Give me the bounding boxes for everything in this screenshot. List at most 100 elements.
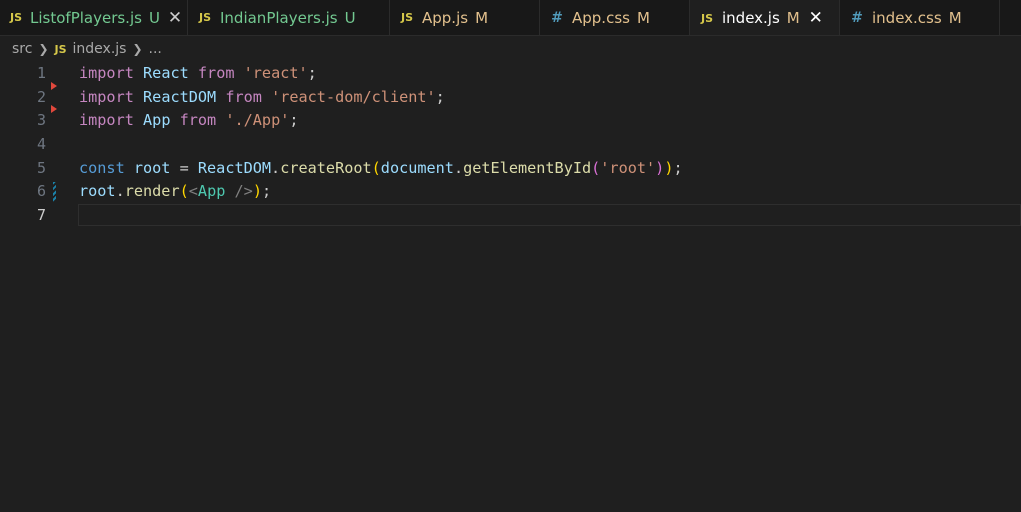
line-number: 4 bbox=[36, 135, 46, 154]
code-token: import bbox=[79, 64, 134, 82]
deleted-line-marker-icon[interactable] bbox=[51, 105, 57, 114]
code-text: root.render(<App />); bbox=[79, 180, 271, 204]
code-token: from bbox=[179, 111, 217, 130]
breadcrumb-folder[interactable]: src bbox=[12, 41, 32, 57]
code-token: ( bbox=[371, 158, 381, 177]
code-token: ; bbox=[307, 64, 317, 82]
code-line[interactable]: 7 bbox=[0, 204, 1021, 228]
tab-listofplayers-js[interactable]: JS ListofPlayers.js U ✕ bbox=[0, 0, 188, 35]
current-line-highlight bbox=[78, 204, 1021, 227]
code-token: ReactDOM bbox=[197, 158, 272, 177]
code-token: root bbox=[133, 158, 171, 177]
code-token: render bbox=[124, 182, 180, 201]
code-text: import ReactDOM from 'react-dom/client'; bbox=[79, 86, 445, 110]
code-token: ; bbox=[289, 111, 299, 130]
line-number: 3 bbox=[36, 111, 46, 130]
modified-line-marker-icon[interactable] bbox=[53, 182, 56, 203]
tab-index-js[interactable]: JS index.js M ✕ bbox=[690, 0, 840, 35]
git-status-badge: M bbox=[948, 8, 962, 27]
git-status-badge: M bbox=[636, 8, 650, 27]
line-number: 1 bbox=[36, 64, 46, 82]
tab-label: index.js bbox=[722, 9, 780, 27]
breadcrumb: src ❯ JS index.js ❯ ... bbox=[0, 36, 162, 62]
code-text: import App from './App'; bbox=[79, 109, 299, 133]
code-token: ) bbox=[655, 158, 665, 177]
code-token: ( bbox=[591, 158, 601, 177]
code-token: 'react' bbox=[243, 64, 308, 82]
code-line[interactable]: 5 const root = ReactDOM.createRoot(docume… bbox=[0, 157, 1021, 181]
line-number: 2 bbox=[36, 87, 46, 106]
code-token: 'root' bbox=[600, 158, 656, 177]
code-token: . bbox=[271, 158, 281, 177]
js-file-icon: JS bbox=[10, 11, 23, 24]
tab-label: ListofPlayers.js bbox=[30, 8, 142, 27]
tab-label: IndianPlayers.js bbox=[220, 8, 338, 27]
chevron-right-icon: ❯ bbox=[132, 42, 143, 56]
close-icon[interactable]: ✕ bbox=[168, 8, 182, 28]
git-status-badge: U bbox=[148, 8, 160, 27]
code-token: ; bbox=[673, 158, 683, 177]
code-token: ( bbox=[179, 182, 189, 201]
code-token: document bbox=[380, 158, 454, 177]
code-token: createRoot bbox=[280, 158, 372, 177]
tab-app-css[interactable]: # App.css M bbox=[540, 0, 690, 35]
breadcrumb-file[interactable]: index.js bbox=[73, 41, 127, 57]
chevron-right-icon: ❯ bbox=[38, 42, 49, 56]
code-line[interactable]: 1 import React from 'react'; bbox=[0, 62, 1021, 86]
code-token: ; bbox=[435, 87, 445, 106]
code-token: root bbox=[79, 182, 116, 201]
js-file-icon: JS bbox=[700, 11, 713, 25]
close-icon[interactable]: ✕ bbox=[808, 8, 824, 28]
deleted-line-marker-icon[interactable] bbox=[51, 81, 57, 90]
code-line[interactable]: 2 import ReactDOM from 'react-dom/client'… bbox=[0, 81, 1021, 110]
tab-index-css[interactable]: # index.css M bbox=[840, 0, 1000, 35]
code-token: < bbox=[188, 182, 198, 201]
code-text: const root = ReactDOM.createRoot(documen… bbox=[79, 157, 683, 181]
editor-tab-bar: JS ListofPlayers.js U ✕ JS IndianPlayers.js U J… bbox=[0, 0, 1021, 36]
code-line[interactable]: 4 bbox=[0, 133, 1021, 157]
breadcrumb-more[interactable]: ... bbox=[149, 41, 162, 57]
code-token: 'react-dom/client' bbox=[271, 87, 436, 106]
code-token: ) bbox=[252, 182, 262, 201]
git-status-badge: M bbox=[786, 9, 800, 27]
js-file-icon: JS bbox=[54, 42, 67, 56]
line-number: 6 bbox=[36, 182, 46, 201]
code-line[interactable]: 6 root.render(<App />); bbox=[0, 180, 1021, 204]
git-status-badge: U bbox=[344, 8, 356, 27]
code-token: /> bbox=[234, 182, 253, 201]
tab-app-js[interactable]: JS App.js M bbox=[390, 0, 540, 35]
css-file-icon: # bbox=[851, 9, 863, 26]
git-status-badge: M bbox=[475, 8, 489, 27]
tab-label: App.js bbox=[422, 8, 469, 27]
tab-label: App.css bbox=[572, 8, 630, 27]
js-file-icon: JS bbox=[400, 11, 413, 24]
code-token: . bbox=[453, 158, 464, 177]
code-line[interactable]: 3 import App from './App'; bbox=[0, 105, 1021, 133]
code-token: from bbox=[225, 87, 262, 106]
code-token: from bbox=[197, 64, 235, 82]
line-number: 7 bbox=[36, 206, 46, 225]
tab-label: index.css bbox=[872, 8, 942, 27]
line-number: 5 bbox=[36, 158, 46, 177]
code-editor[interactable]: 1 import React from 'react'; 2 import React… bbox=[0, 62, 1021, 512]
code-token: ; bbox=[261, 182, 272, 201]
tab-indianplayers-js[interactable]: JS IndianPlayers.js U bbox=[188, 0, 390, 35]
css-file-icon: # bbox=[551, 9, 563, 26]
code-token: './App' bbox=[225, 111, 290, 130]
code-token: import bbox=[79, 111, 134, 130]
js-file-icon: JS bbox=[198, 11, 211, 24]
code-text: import React from 'react'; bbox=[79, 62, 317, 86]
code-token: getElementById bbox=[463, 158, 592, 177]
code-token: const bbox=[79, 158, 125, 177]
